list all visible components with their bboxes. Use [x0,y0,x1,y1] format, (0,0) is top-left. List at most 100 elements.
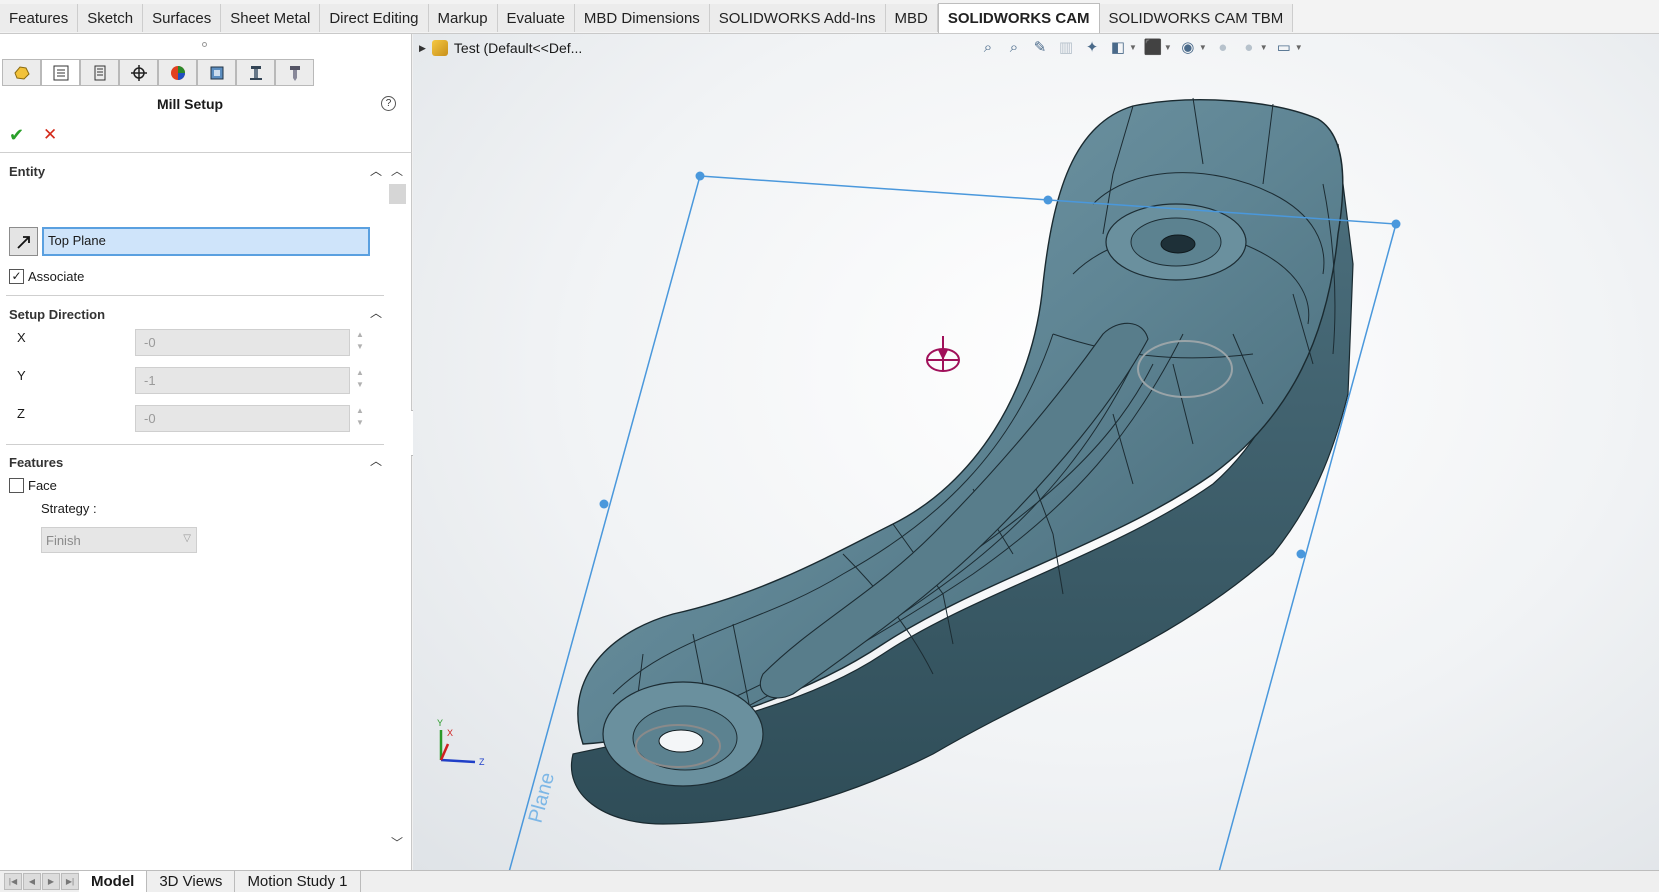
svg-text:Z: Z [479,757,485,767]
divider [6,295,384,296]
previous-view-icon[interactable]: ✎ [1030,37,1050,57]
features-section-heading: Features [9,455,64,470]
z-field[interactable]: -0 [135,405,350,432]
tab-model[interactable]: Model [79,871,148,892]
chevron-down-icon[interactable]: ▼ [1199,43,1207,52]
tab-sheet-metal[interactable]: Sheet Metal [221,4,321,32]
scroll-up-icon[interactable]: ︿ [391,162,403,179]
feature-tree-flyout[interactable]: ▶ Test (Default<<Def... [419,40,582,56]
expand-arrow-icon[interactable]: ▶ [419,43,426,54]
plane-handle[interactable] [599,499,609,509]
view-triad-icon: Y X Z [437,718,485,767]
zoom-to-fit-icon[interactable]: ⌕ [978,37,998,57]
z-stepper[interactable]: ▲ ▼ [354,405,366,432]
strategy-label: Strategy : [41,501,97,516]
zoom-to-area-icon[interactable]: ⌕ [1004,37,1024,57]
tab-solidworks-cam[interactable]: SOLIDWORKS CAM [937,3,1100,33]
tab-surfaces[interactable]: Surfaces [143,4,222,32]
tab-3d-views[interactable]: 3D Views [147,871,236,892]
x-field[interactable]: -0 [135,329,350,356]
divider [6,444,384,445]
ribbon-tab-bar: Features Sketch Surfaces Sheet Metal Dir… [0,0,1659,34]
plane-label: Plane [525,770,559,825]
dynamic-annotation-icon[interactable]: ✦ [1082,37,1102,57]
collapse-entity-icon[interactable]: ︿ [370,162,382,179]
view-settings-icon[interactable]: ▭ [1274,37,1294,57]
face-checkbox[interactable] [9,478,24,493]
collapse-features-icon[interactable]: ︿ [370,452,382,469]
view-orientation-icon[interactable]: ◧ [1108,37,1128,57]
tab-motion-study-1[interactable]: Motion Study 1 [235,871,361,892]
help-icon[interactable]: ? [381,96,396,111]
y-field[interactable]: -1 [135,367,350,394]
first-tab-icon[interactable]: |◀ [4,873,22,890]
divider [0,152,412,153]
cam-feature-tree-icon[interactable] [197,59,236,86]
property-manager-title: Mill Setup [156,96,224,112]
tab-sketch[interactable]: Sketch [78,4,144,32]
chevron-down-icon[interactable]: ▼ [1260,43,1268,52]
plane-handle[interactable] [1391,219,1401,229]
heads-up-view-toolbar: ⌕ ⌕ ✎ ▥ ✦ ◧ ▼ ⬛ ▼ ◉ ▼ ● ● ▼ ▭ ▼ [978,37,1303,57]
associate-checkbox[interactable]: ✓ [9,269,24,284]
top-hole[interactable] [1160,234,1196,254]
tab-mbd-dimensions[interactable]: MBD Dimensions [574,4,710,32]
display-style-icon[interactable]: ⬛ [1143,37,1163,57]
entity-selection-field[interactable]: Top Plane [42,227,370,256]
bottom-tab-bar: |◀ ◀ ▶ ▶| Model 3D Views Motion Study 1 [0,870,1659,892]
tab-features[interactable]: Features [0,4,79,32]
tab-direct-editing[interactable]: Direct Editing [320,4,429,32]
plane-handle[interactable] [1043,195,1053,205]
section-view-icon[interactable]: ▥ [1056,37,1076,57]
property-manager-scrollbar[interactable]: ︿ ﹀ [388,162,408,852]
hide-show-items-icon[interactable]: ◉ [1178,37,1198,57]
chevron-down-icon[interactable]: ▼ [1295,43,1303,52]
apply-scene-icon[interactable]: ● [1239,37,1259,57]
plane-handle[interactable] [695,171,705,181]
select-entity-button[interactable] [9,227,38,256]
ok-button[interactable]: ✔ [9,125,24,146]
svg-text:X: X [447,728,453,738]
edit-appearance-icon[interactable]: ● [1213,37,1233,57]
tab-solidworks-cam-tbm[interactable]: SOLIDWORKS CAM TBM [1099,4,1294,32]
cam-tool-tree-icon[interactable] [275,59,314,86]
tab-evaluate[interactable]: Evaluate [497,4,575,32]
property-manager-icon[interactable] [41,59,80,86]
previous-tab-icon[interactable]: ◀ [23,873,41,890]
part-icon[interactable] [2,59,41,86]
tab-solidworks-add-ins[interactable]: SOLIDWORKS Add-Ins [709,4,886,32]
scrollbar-thumb[interactable] [389,184,406,204]
scroll-down-icon[interactable]: ﹀ [391,834,403,851]
tab-mbd[interactable]: MBD [885,4,938,32]
bottom-hole[interactable] [658,729,704,753]
manager-tab-bar [2,59,314,87]
x-stepper[interactable]: ▲ ▼ [354,329,366,356]
graphics-area[interactable]: Plane Y X Z ▶ Test (Default<<Def... ⌕ ⌕ … [413,34,1659,870]
strategy-value: Finish [46,533,81,548]
svg-text:Y: Y [437,718,443,728]
collapse-setup-direction-icon[interactable]: ︿ [370,304,382,321]
chevron-down-icon[interactable]: ▼ [1164,43,1172,52]
chevron-down-icon[interactable]: ▼ [1129,43,1137,52]
display-manager-icon[interactable] [158,59,197,86]
strategy-select[interactable]: Finish ▽ [41,527,197,553]
plane-handle[interactable] [1296,549,1306,559]
panel-splitter-handle[interactable] [202,42,207,47]
next-tab-icon[interactable]: ▶ [42,873,60,890]
z-label: Z [17,406,25,421]
tab-navigation: |◀ ◀ ▶ ▶| [0,871,79,892]
dimxpert-icon[interactable] [119,59,158,86]
last-tab-icon[interactable]: ▶| [61,873,79,890]
y-stepper[interactable]: ▲ ▼ [354,367,366,394]
part-name: Test (Default<<Def... [453,40,583,56]
configuration-manager-icon[interactable] [80,59,119,86]
tab-markup[interactable]: Markup [428,4,498,32]
x-label: X [17,330,26,345]
cancel-button[interactable]: ✕ [43,125,57,145]
model-canvas[interactable]: Plane Y X Z [413,34,1659,870]
cam-operation-tree-icon[interactable] [236,59,275,86]
associate-label: Associate [28,269,85,284]
setup-direction-section-heading: Setup Direction [9,307,106,322]
entity-section-heading: Entity [9,164,46,179]
part-icon [431,40,448,56]
